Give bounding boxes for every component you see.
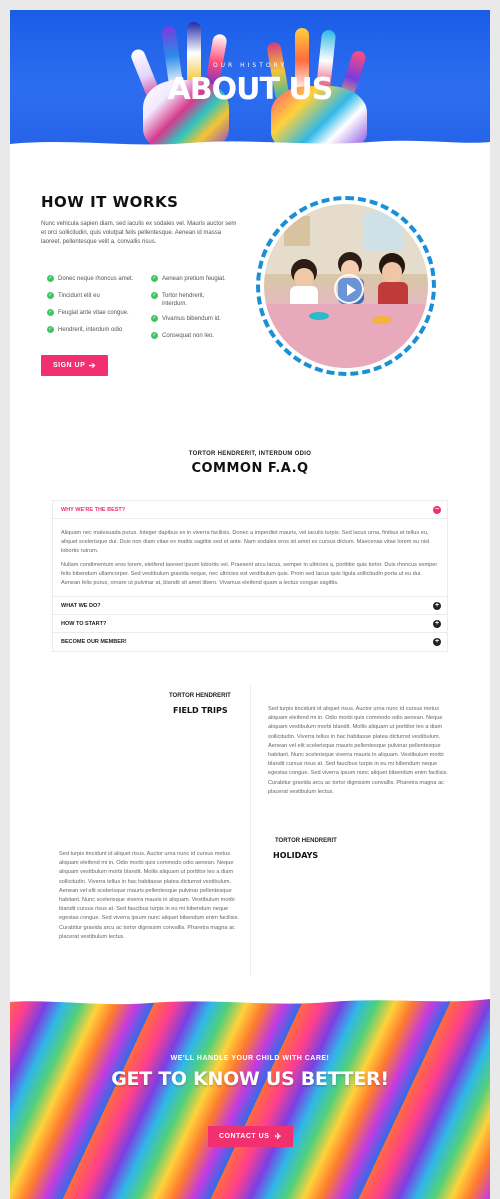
- check-label: Consequat non leo.: [162, 333, 215, 339]
- check-item: ✓ Tincidunt elit eu: [47, 292, 135, 300]
- check-item: ✓ Vivamus bibendum id.: [151, 315, 239, 323]
- faq-question: WHAT WE DO?: [61, 603, 101, 609]
- cta-banner: [10, 995, 490, 1199]
- check-item: ✓ Donec neque rhoncus amet.: [47, 275, 135, 283]
- hero-title: ABOUT US: [167, 72, 334, 107]
- contact-us-button[interactable]: CONTACT US ✈: [208, 1126, 293, 1147]
- check-circle-icon: ✓: [151, 332, 158, 339]
- plus-circle-icon[interactable]: +: [433, 602, 441, 610]
- check-circle-icon: ✓: [47, 275, 54, 282]
- how-it-works-text: Nunc vehicula sapien diam, sed iaculis e…: [41, 221, 237, 245]
- check-label: Donec neque rhoncus amet.: [58, 276, 134, 282]
- check-label: Vivamus bibendum id.: [162, 316, 221, 322]
- check-item: ✓ Consequat non leo.: [151, 332, 239, 340]
- check-circle-icon: ✓: [151, 315, 158, 322]
- arrow-right-icon: ➔: [88, 361, 96, 370]
- page: OUR HISTORY ABOUT US HOW IT WORKS Nunc v…: [10, 10, 490, 1199]
- check-item: ✓ Tortor hendrerit, interdum.: [151, 292, 221, 308]
- hero-banner: OUR HISTORY ABOUT US: [10, 10, 490, 148]
- field-trips-kicker: TORTOR HENDRERIT: [169, 693, 231, 699]
- how-it-works-title: HOW IT WORKS: [41, 193, 179, 211]
- holidays-text: Sed turpis tincidunt id aliquet risus. A…: [59, 851, 240, 940]
- field-trips-title: FIELD TRIPS: [173, 706, 228, 715]
- minus-circle-icon[interactable]: −: [433, 506, 441, 514]
- field-trips-text: Sed turpis tincidunt id aliquet risus. A…: [268, 706, 449, 795]
- faq-item-become-member[interactable]: BECOME OUR MEMBER! +: [53, 633, 447, 651]
- faq-item-what-we-do[interactable]: WHAT WE DO? +: [53, 597, 447, 615]
- check-item: ✓ Aenean pretium feugiat.: [151, 275, 239, 283]
- contact-us-label: CONTACT US: [219, 1133, 270, 1140]
- check-circle-icon: ✓: [47, 326, 54, 333]
- holidays-kicker: TORTOR HENDRERIT: [275, 838, 337, 844]
- check-item: ✓ Feugiat ante vitae congue.: [47, 309, 135, 317]
- paper-plane-icon: ✈: [274, 1132, 282, 1141]
- faq-title: COMMON F.A.Q: [191, 461, 309, 476]
- check-label: Hendrerit, interdum odio: [58, 327, 123, 333]
- check-label: Aenean pretium feugiat.: [162, 276, 226, 282]
- plus-circle-icon[interactable]: +: [433, 638, 441, 646]
- faq-answer: Aliquam nec malesuada purus. Integer dap…: [53, 519, 447, 597]
- faq-kicker: TORTOR HENDRERIT, INTERDUM ODIO: [188, 451, 312, 457]
- cta-title: GET TO KNOW US BETTER!: [111, 1068, 389, 1090]
- check-label: Feugiat ante vitae congue.: [58, 310, 129, 316]
- video-thumbnail[interactable]: [256, 196, 436, 376]
- timeline-divider: [250, 685, 251, 975]
- hero-subtitle: OUR HISTORY: [212, 62, 288, 69]
- faq-item-how-to-start[interactable]: HOW TO START? +: [53, 615, 447, 633]
- cta-kicker: WE'LL HANDLE YOUR CHILD WITH CARE!: [170, 1055, 330, 1062]
- hero-wave-divider: [10, 140, 490, 148]
- sign-up-button[interactable]: SIGN UP ➔: [41, 355, 108, 376]
- play-icon[interactable]: [334, 274, 364, 304]
- check-item: ✓ Hendrerit, interdum odio: [47, 326, 135, 334]
- faq-answer-paragraph: Nullam condimentum eros lorem, eleifend …: [61, 562, 438, 586]
- check-label: Tincidunt elit eu: [58, 293, 100, 299]
- check-circle-icon: ✓: [151, 275, 158, 282]
- holidays-title: HOLIDAYS: [273, 851, 319, 860]
- check-label: Tortor hendrerit, interdum.: [162, 293, 205, 307]
- plus-circle-icon[interactable]: +: [433, 620, 441, 628]
- faq-question: BECOME OUR MEMBER!: [61, 639, 127, 645]
- faq-question: WHY WE'RE THE BEST?: [61, 507, 126, 513]
- cta-wave-divider: [10, 995, 490, 1005]
- faq-answer-paragraph: Aliquam nec malesuada purus. Integer dap…: [61, 530, 430, 554]
- faq-accordion: WHY WE'RE THE BEST? − Aliquam nec malesu…: [52, 500, 448, 652]
- check-circle-icon: ✓: [47, 292, 54, 299]
- faq-question: HOW TO START?: [61, 621, 107, 627]
- check-circle-icon: ✓: [47, 309, 54, 316]
- classroom-photo: [264, 204, 428, 368]
- sign-up-label: SIGN UP: [53, 362, 86, 369]
- check-circle-icon: ✓: [151, 292, 158, 299]
- faq-item-why-best[interactable]: WHY WE'RE THE BEST? −: [53, 501, 447, 519]
